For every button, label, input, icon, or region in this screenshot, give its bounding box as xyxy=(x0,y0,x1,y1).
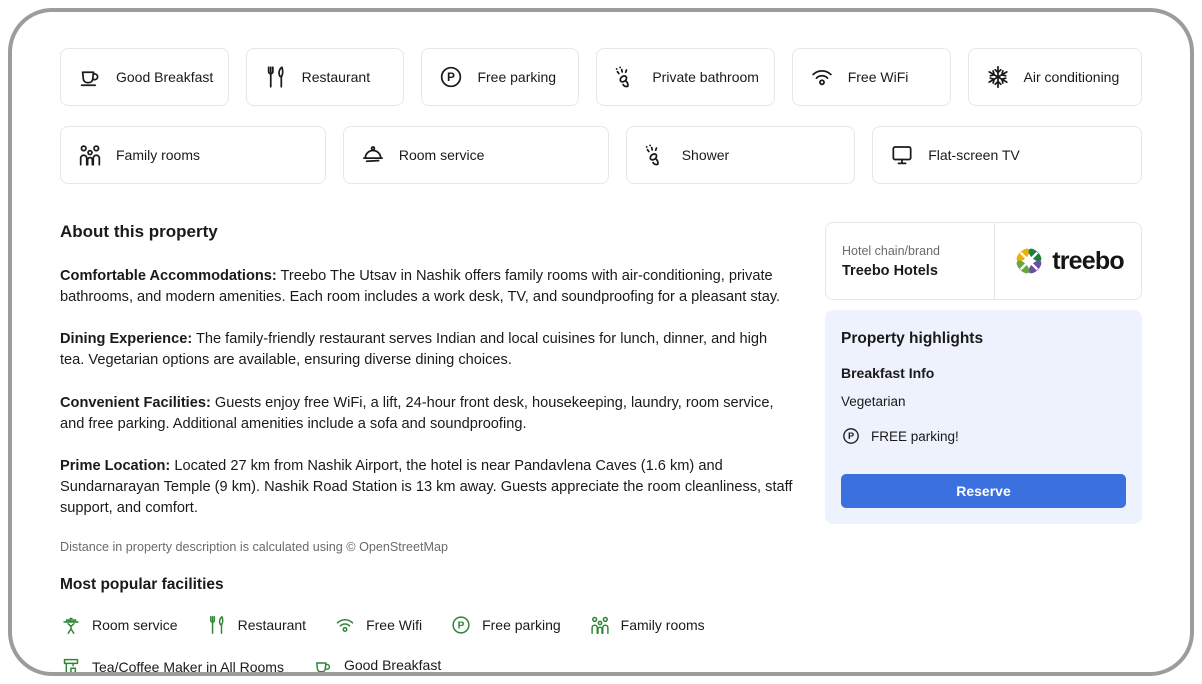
popular-facilities-row-2: Tea/Coffee Maker in All Rooms Good Break… xyxy=(60,656,795,676)
paragraph-facilities: Convenient Facilities: Guests enjoy free… xyxy=(60,393,795,435)
facility-free-parking: Free parking xyxy=(450,614,561,636)
shower-icon xyxy=(613,64,639,90)
amenity-label: Flat-screen TV xyxy=(928,147,1020,163)
about-title: About this property xyxy=(60,222,795,242)
facility-label: Free parking xyxy=(482,617,561,633)
amenity-chip-row-1: Good Breakfast Restaurant Free parking P… xyxy=(60,48,1142,106)
snowflake-icon xyxy=(985,64,1011,90)
amenity-label: Shower xyxy=(682,147,729,163)
coffee-cup-icon xyxy=(77,64,103,90)
hotel-chain-info: Hotel chain/brand Treebo Hotels xyxy=(826,223,995,299)
hotel-chain-name: Treebo Hotels xyxy=(842,263,978,279)
paragraph-accommodations: Comfortable Accommodations: Treebo The U… xyxy=(60,266,795,308)
facility-restaurant: Restaurant xyxy=(206,614,306,636)
popular-facilities-title: Most popular facilities xyxy=(60,576,795,594)
facility-label: Family rooms xyxy=(621,617,705,633)
amenity-chip-shower: Shower xyxy=(626,126,856,184)
treebo-pinwheel-icon xyxy=(1012,244,1046,278)
cloche-icon xyxy=(360,142,386,168)
paragraph-label: Dining Experience: xyxy=(60,331,192,347)
distance-footnote: Distance in property description is calc… xyxy=(60,540,795,554)
facility-label: Restaurant xyxy=(238,617,306,633)
facility-label: Room service xyxy=(92,617,178,633)
family-icon xyxy=(77,142,103,168)
parking-icon xyxy=(841,426,861,446)
amenity-label: Free WiFi xyxy=(848,69,909,85)
paragraph-label: Convenient Facilities: xyxy=(60,395,211,411)
hotel-chain-card: Hotel chain/brand Treebo Hotels treebo xyxy=(825,222,1142,300)
family-icon xyxy=(589,614,611,636)
amenity-label: Restaurant xyxy=(302,69,370,85)
facility-label: Tea/Coffee Maker in All Rooms xyxy=(92,659,284,675)
amenity-chip-air-conditioning: Air conditioning xyxy=(968,48,1142,106)
facility-tea-coffee-maker: Tea/Coffee Maker in All Rooms xyxy=(60,656,284,676)
paragraph-location: Prime Location: Located 27 km from Nashi… xyxy=(60,456,795,519)
fork-knife-icon xyxy=(263,64,289,90)
property-highlights-title: Property highlights xyxy=(841,330,1126,348)
property-highlights-panel: Property highlights Breakfast Info Veget… xyxy=(825,310,1142,524)
amenity-label: Good Breakfast xyxy=(116,69,213,85)
facility-good-breakfast[interactable]: Good Breakfast xyxy=(312,656,441,676)
paragraph-label: Prime Location: xyxy=(60,458,170,474)
paragraph-label: Comfortable Accommodations: xyxy=(60,268,277,284)
waiter-tray-icon xyxy=(60,614,82,636)
facility-family-rooms: Family rooms xyxy=(589,614,705,636)
treebo-wordmark: treebo xyxy=(1052,247,1124,276)
amenity-chip-private-bathroom: Private bathroom xyxy=(596,48,774,106)
facility-room-service: Room service xyxy=(60,614,178,636)
amenity-label: Free parking xyxy=(477,69,556,85)
amenity-label: Private bathroom xyxy=(652,69,759,85)
amenity-chip-free-parking: Free parking xyxy=(421,48,579,106)
parking-icon xyxy=(438,64,464,90)
facility-label[interactable]: Good Breakfast xyxy=(344,657,441,676)
facility-label: Free Wifi xyxy=(366,617,422,633)
amenity-chip-family-rooms: Family rooms xyxy=(60,126,326,184)
amenity-chip-row-2: Family rooms Room service Shower Flat-sc… xyxy=(60,126,1142,184)
amenity-chip-flat-screen-tv: Flat-screen TV xyxy=(872,126,1142,184)
amenity-label: Air conditioning xyxy=(1024,69,1120,85)
breakfast-info-value: Vegetarian xyxy=(841,394,1126,409)
amenity-chip-good-breakfast: Good Breakfast xyxy=(60,48,229,106)
about-section: About this property Comfortable Accommod… xyxy=(60,222,795,676)
shower-icon xyxy=(643,142,669,168)
fork-knife-icon xyxy=(206,614,228,636)
popular-facilities-row-1: Room service Restaurant Free Wifi Free p… xyxy=(60,614,795,636)
coffee-machine-icon xyxy=(60,656,82,676)
wifi-icon xyxy=(334,614,356,636)
free-parking-highlight: FREE parking! xyxy=(841,426,1126,446)
paragraph-dining: Dining Experience: The family-friendly r… xyxy=(60,329,795,371)
brand-logo[interactable]: treebo xyxy=(995,223,1141,299)
amenity-chip-restaurant: Restaurant xyxy=(246,48,405,106)
paragraph-text: Located 27 km from Nashik Airport, the h… xyxy=(60,458,792,516)
amenity-chip-free-wifi: Free WiFi xyxy=(792,48,951,106)
page-frame: Good Breakfast Restaurant Free parking P… xyxy=(8,8,1194,676)
amenity-chip-room-service: Room service xyxy=(343,126,609,184)
hotel-chain-label: Hotel chain/brand xyxy=(842,244,978,258)
parking-icon xyxy=(450,614,472,636)
coffee-cup-icon xyxy=(312,656,334,676)
breakfast-info-label: Breakfast Info xyxy=(841,365,1126,381)
amenity-label: Room service xyxy=(399,147,485,163)
wifi-icon xyxy=(809,64,835,90)
amenity-label: Family rooms xyxy=(116,147,200,163)
tv-icon xyxy=(889,142,915,168)
facility-free-wifi: Free Wifi xyxy=(334,614,422,636)
free-parking-text: FREE parking! xyxy=(871,429,959,444)
reserve-button[interactable]: Reserve xyxy=(841,474,1126,508)
